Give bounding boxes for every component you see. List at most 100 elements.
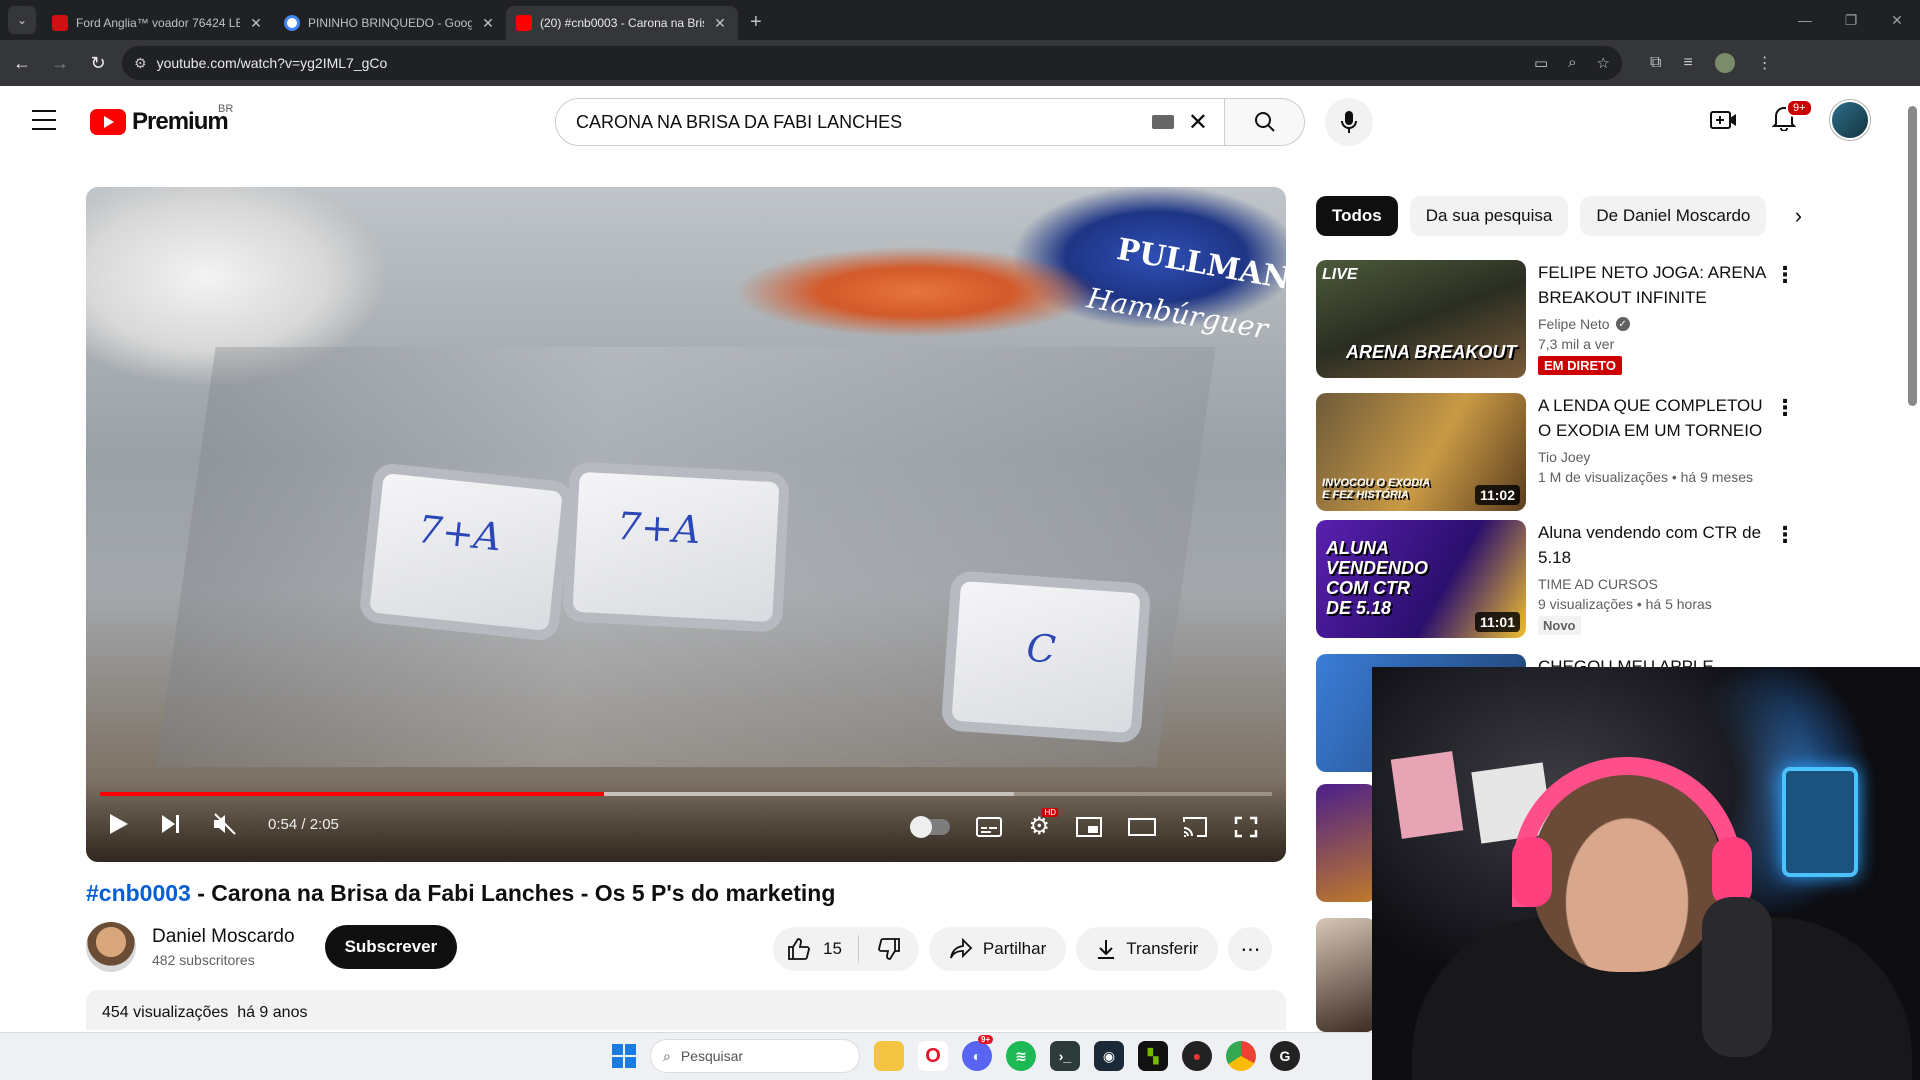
steam-icon[interactable]: ◉ bbox=[1094, 1041, 1124, 1071]
progress-bar[interactable] bbox=[100, 792, 1272, 796]
video-thumbnail[interactable]: INVOCOU O EXODIA E FEZ HISTÓRIA 11:02 bbox=[1316, 393, 1526, 511]
hashtag-link[interactable]: #cnb0003 bbox=[86, 880, 191, 906]
profile-avatar[interactable] bbox=[1714, 53, 1735, 73]
chrome-icon[interactable] bbox=[1226, 1041, 1256, 1071]
tab-google[interactable]: PININHO BRINQUEDO - Google ✕ bbox=[274, 6, 506, 40]
chip-todos[interactable]: Todos bbox=[1316, 196, 1398, 236]
chip-da-sua-pesquisa[interactable]: Da sua pesquisa bbox=[1409, 196, 1569, 236]
tray-label: 7+A bbox=[415, 506, 504, 560]
chevron-right-icon[interactable]: › bbox=[1778, 196, 1818, 236]
video-thumbnail[interactable]: ALUNA VENDENDO COM CTR DE 5.18 11:01 bbox=[1316, 520, 1526, 638]
youtube-premium-logo[interactable]: Premium BR bbox=[90, 103, 233, 136]
address-bar[interactable]: ⚙ youtube.com/watch?v=yg2IML7_gCo ▭ ⌕ ☆ bbox=[122, 46, 1622, 80]
recommendation-item[interactable]: LIVE ARENA BREAKOUT FELIPE NETO JOGA: AR… bbox=[1316, 260, 1816, 378]
autoplay-toggle[interactable] bbox=[910, 815, 951, 838]
channel-avatar[interactable] bbox=[86, 922, 136, 972]
clear-search-icon[interactable]: ✕ bbox=[1188, 108, 1208, 137]
channel-name[interactable]: Daniel Moscardo bbox=[152, 926, 295, 948]
voice-search-button[interactable] bbox=[1325, 98, 1373, 146]
site-info-icon[interactable]: ⚙ bbox=[134, 55, 147, 72]
recommendation-item[interactable]: ALUNA VENDENDO COM CTR DE 5.18 11:01 Alu… bbox=[1316, 520, 1816, 638]
spotify-icon[interactable]: ≋ bbox=[1006, 1041, 1036, 1071]
minimize-icon[interactable]: — bbox=[1782, 0, 1828, 40]
rec-title[interactable]: FELIPE NETO JOGA: ARENA BREAKOUT INFINIT… bbox=[1538, 260, 1778, 310]
rec-channel[interactable]: Felipe Neto bbox=[1538, 316, 1610, 332]
discord-badge: 9+ bbox=[978, 1035, 994, 1044]
terminal-icon[interactable]: ›_ bbox=[1050, 1041, 1080, 1071]
more-vert-icon[interactable]: ⋮ bbox=[1774, 262, 1796, 288]
dislike-button[interactable] bbox=[859, 937, 919, 961]
share-button[interactable]: Partilhar bbox=[928, 927, 1067, 971]
rec-channel[interactable]: TIME AD CURSOS bbox=[1538, 576, 1658, 592]
next-icon[interactable] bbox=[160, 813, 182, 835]
related-chips: Todos Da sua pesquisa De Daniel Moscardo… bbox=[1316, 196, 1818, 236]
tab-search-button[interactable]: ⌄ bbox=[8, 6, 36, 34]
video-thumbnail[interactable] bbox=[1316, 784, 1376, 902]
play-icon[interactable] bbox=[108, 812, 130, 836]
forward-icon[interactable]: → bbox=[44, 47, 76, 79]
like-dislike-group: 15 bbox=[773, 927, 919, 971]
notifications-button[interactable]: 9+ bbox=[1771, 98, 1813, 136]
reload-icon[interactable]: ↻ bbox=[82, 47, 114, 79]
download-button[interactable]: Transferir bbox=[1076, 927, 1219, 971]
menu-icon[interactable] bbox=[32, 110, 56, 130]
subscribe-button[interactable]: Subscrever bbox=[324, 925, 458, 969]
nvidia-icon[interactable]: ▚ bbox=[1138, 1041, 1168, 1071]
bookmark-star-icon[interactable]: ☆ bbox=[1597, 54, 1610, 72]
more-actions-button[interactable]: ⋯ bbox=[1228, 927, 1273, 971]
thumbs-up-icon bbox=[788, 938, 810, 960]
search-button[interactable] bbox=[1225, 98, 1305, 146]
cast-icon[interactable] bbox=[1182, 816, 1208, 838]
more-vert-icon[interactable]: ⋮ bbox=[1774, 522, 1796, 548]
install-app-icon[interactable]: ▭ bbox=[1534, 54, 1548, 72]
tab-youtube[interactable]: (20) #cnb0003 - Carona na Brisa ✕ bbox=[506, 6, 738, 40]
media-control-icon[interactable]: ≡ bbox=[1683, 54, 1692, 72]
search-box[interactable]: CARONA NA BRISA DA FABI LANCHES ✕ bbox=[555, 98, 1225, 146]
subtitles-icon[interactable] bbox=[976, 816, 1003, 837]
chip-de-daniel-moscardo[interactable]: De Daniel Moscardo bbox=[1580, 196, 1767, 236]
back-icon[interactable]: ← bbox=[6, 47, 38, 79]
like-button[interactable]: 15 bbox=[773, 935, 859, 963]
tab-lego[interactable]: Ford Anglia™ voador 76424 LEGO ✕ bbox=[42, 6, 274, 40]
rec-channel[interactable]: Tio Joey bbox=[1538, 449, 1590, 465]
recommendation-item[interactable]: INVOCOU O EXODIA E FEZ HISTÓRIA 11:02 A … bbox=[1316, 393, 1816, 511]
close-icon[interactable]: ✕ bbox=[480, 15, 496, 32]
account-avatar[interactable] bbox=[1830, 100, 1870, 140]
rec-age: há 9 meses bbox=[1680, 469, 1754, 485]
scrollbar-thumb[interactable] bbox=[1908, 106, 1917, 406]
settings-gear-icon[interactable]: ⚙ HD bbox=[1028, 808, 1059, 841]
search-input[interactable]: CARONA NA BRISA DA FABI LANCHES bbox=[576, 112, 1152, 133]
create-video-icon[interactable] bbox=[1710, 109, 1738, 131]
keyboard-icon[interactable] bbox=[1151, 115, 1174, 129]
app-icon[interactable]: G bbox=[1270, 1041, 1300, 1071]
close-icon[interactable]: ✕ bbox=[248, 15, 264, 32]
video-thumbnail[interactable] bbox=[1316, 918, 1376, 1032]
description-box[interactable]: 454 visualizações há 9 anos bbox=[86, 990, 1286, 1030]
opera-icon[interactable]: O bbox=[918, 1041, 948, 1071]
close-icon[interactable]: ✕ bbox=[712, 15, 728, 32]
miniplayer-icon[interactable] bbox=[1076, 816, 1102, 837]
new-tab-button[interactable]: + bbox=[738, 11, 774, 40]
more-vert-icon[interactable]: ⋮ bbox=[1774, 395, 1796, 421]
browser-menu-icon[interactable]: ⋮ bbox=[1757, 53, 1773, 73]
muted-volume-icon[interactable] bbox=[212, 812, 238, 836]
close-window-icon[interactable]: ✕ bbox=[1874, 0, 1920, 40]
discord-icon[interactable]: ◐ 9+ bbox=[962, 1035, 994, 1071]
video-thumbnail[interactable]: LIVE ARENA BREAKOUT bbox=[1316, 260, 1526, 378]
video-player[interactable]: PULLMAN Hambúrguer 7+A 7+A C 0:54 / 2:05… bbox=[86, 187, 1286, 862]
taskbar-search[interactable]: ⌕ Pesquisar bbox=[650, 1039, 860, 1073]
rec-title[interactable]: A LENDA QUE COMPLETOU O EXODIA EM UM TOR… bbox=[1538, 393, 1778, 443]
windows-start-icon[interactable] bbox=[612, 1044, 636, 1068]
restore-icon[interactable]: ❐ bbox=[1828, 0, 1874, 40]
url-text: youtube.com/watch?v=yg2IML7_gCo bbox=[156, 55, 388, 71]
fullscreen-icon[interactable] bbox=[1234, 816, 1258, 838]
extensions-icon[interactable]: ⧉ bbox=[1650, 54, 1661, 72]
rec-title[interactable]: Aluna vendendo com CTR de 5.18 bbox=[1538, 520, 1778, 570]
app-icon[interactable]: ● bbox=[1182, 1041, 1212, 1071]
food-tray: 7+A bbox=[369, 472, 563, 632]
zoom-icon[interactable]: ⌕ bbox=[1568, 54, 1576, 72]
file-explorer-icon[interactable] bbox=[874, 1041, 904, 1071]
theater-mode-icon[interactable] bbox=[1128, 817, 1156, 836]
bread-brand-label: PULLMAN bbox=[1114, 232, 1286, 297]
player-controls: 0:54 / 2:05 ⚙ HD bbox=[86, 782, 1286, 862]
